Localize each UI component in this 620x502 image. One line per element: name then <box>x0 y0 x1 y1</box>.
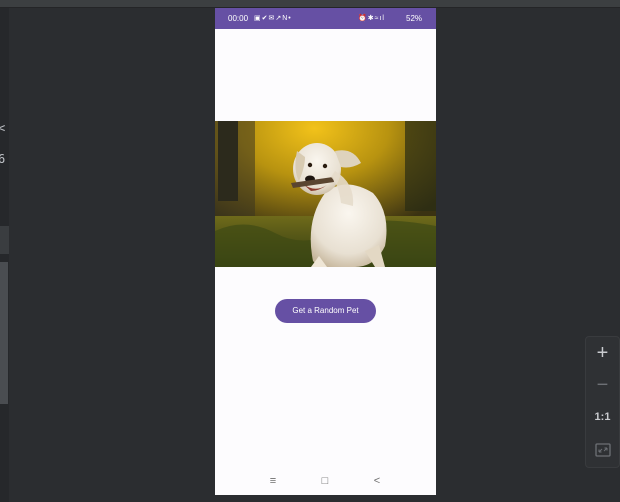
back-icon[interactable]: < <box>367 473 387 489</box>
editor-edge-char: < <box>0 122 6 134</box>
recents-icon[interactable]: ≡ <box>263 473 283 489</box>
zoom-out-button[interactable]: − <box>586 373 619 397</box>
battery-level: 52% <box>406 14 423 23</box>
editor-edge-char: 6 <box>0 153 6 165</box>
fit-screen-button[interactable] <box>586 441 619 459</box>
editor-gutter <box>0 8 9 502</box>
navigation-bar: ≡ □ < <box>215 468 436 495</box>
actual-size-button[interactable]: 1:1 <box>586 409 619 425</box>
zoom-controls: + − 1:1 <box>585 336 620 468</box>
status-bar: 00:00 ▣✔✉↗N• ⏰✱≈ıl 52% <box>215 8 436 29</box>
status-time: 00:00 <box>228 14 249 23</box>
pet-image <box>215 121 436 267</box>
editor-scrollbar[interactable] <box>0 262 8 404</box>
home-icon[interactable]: □ <box>315 473 335 489</box>
get-random-pet-button[interactable]: Get a Random Pet <box>275 299 376 323</box>
ide-top-toolbar <box>0 0 620 8</box>
zoom-in-button[interactable]: + <box>586 341 619 365</box>
device-screen: 00:00 ▣✔✉↗N• ⏰✱≈ıl 52% Get a Random Pet … <box>215 8 436 495</box>
fit-screen-icon <box>594 443 611 457</box>
notification-icons: ▣✔✉↗N• <box>254 15 292 22</box>
golden-retriever-photo <box>215 121 436 267</box>
panel-divider <box>0 226 9 254</box>
system-icons: ⏰✱≈ıl <box>358 15 385 22</box>
